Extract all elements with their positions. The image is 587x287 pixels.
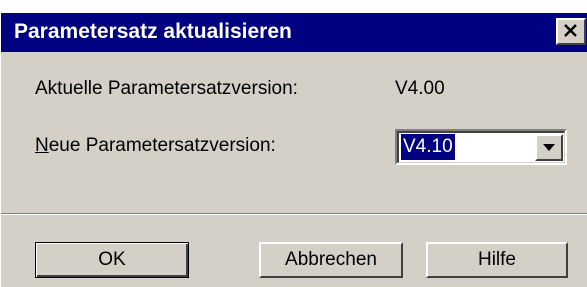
new-version-label-text: eue Parametersatzversion: [48, 135, 276, 156]
current-version-value: V4.00 [395, 78, 445, 99]
current-version-label: Aktuelle Parametersatzversion: [35, 78, 298, 99]
new-version-selected-value: V4.10 [401, 134, 455, 160]
close-icon [564, 24, 577, 37]
close-button[interactable] [556, 18, 586, 45]
ok-button-label: OK [98, 249, 126, 270]
new-version-label-mnemonic: N [35, 135, 49, 156]
dialog-window: Parametersatz aktualisieren Aktuelle Par… [0, 13, 587, 287]
chevron-down-icon [543, 144, 555, 151]
help-button-label: Hilfe [477, 249, 516, 270]
window-title: Parametersatz aktualisieren [14, 20, 292, 43]
title-bar[interactable]: Parametersatz aktualisieren [1, 13, 587, 52]
dropdown-button[interactable] [535, 134, 563, 161]
new-version-select[interactable]: V4.10 [395, 129, 567, 165]
help-button[interactable]: Hilfe [426, 242, 568, 278]
separator-line [1, 213, 587, 215]
new-version-label: Neue Parametersatzversion: [35, 134, 276, 158]
ok-button[interactable]: OK [35, 242, 189, 278]
cancel-button[interactable]: Abbrechen [259, 242, 403, 278]
cancel-button-label: Abbrechen [285, 249, 377, 270]
new-version-select-field: V4.10 [397, 131, 565, 163]
